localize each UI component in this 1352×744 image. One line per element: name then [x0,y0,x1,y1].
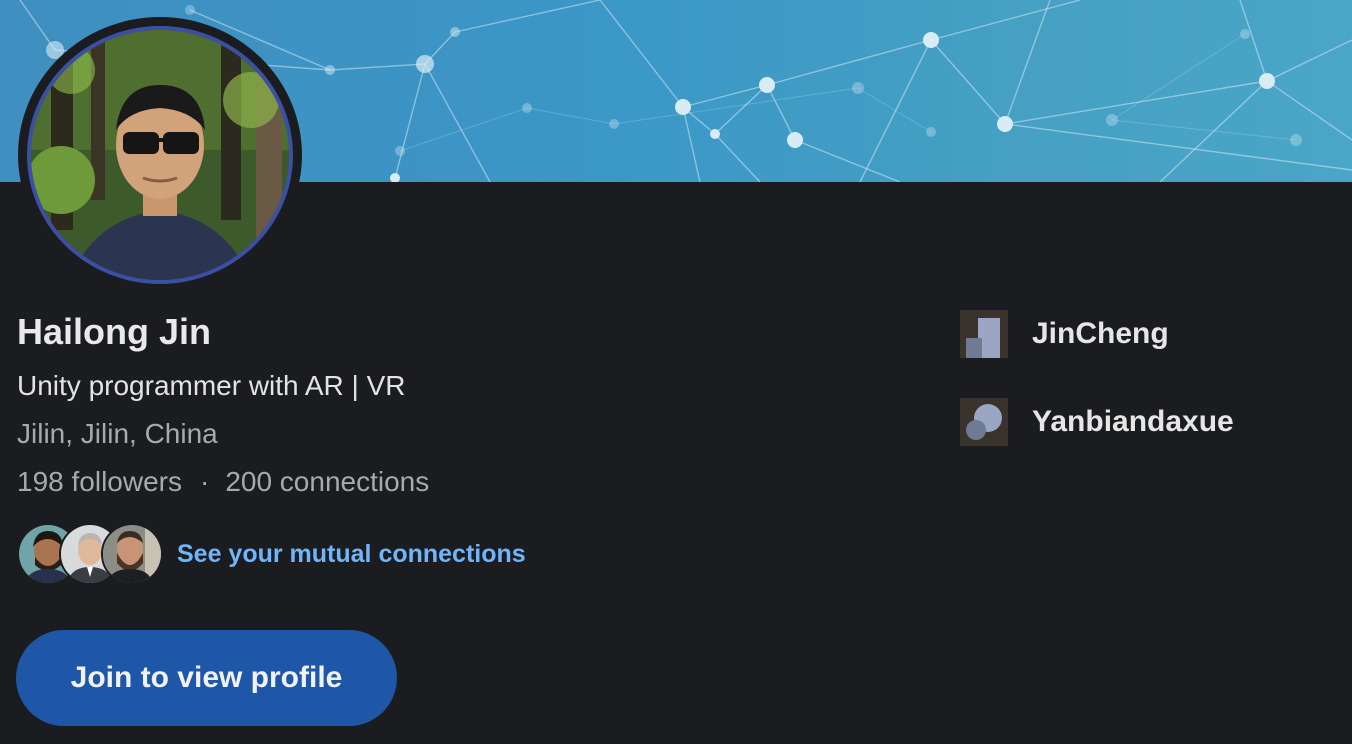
stats-separator: · [199,466,210,497]
join-to-view-profile-button[interactable]: Join to view profile [16,630,397,726]
company-logo-icon [960,310,1008,358]
education-name: Yanbiandaxue [1032,405,1234,438]
connections-count: 200 connections [225,466,430,497]
followers-count: 198 followers [17,466,182,497]
profile-headline: Unity programmer with AR | VR [17,370,406,401]
mutual-avatars [17,523,163,585]
experience-item-jincheng[interactable]: JinCheng [960,310,1169,358]
school-logo-icon [960,398,1008,446]
see-mutual-connections-link[interactable]: See your mutual connections [177,540,526,569]
profile-stats: 198 followers · 200 connections [17,466,429,498]
profile-name: Hailong Jin [17,311,212,352]
education-item-yanbiandaxue[interactable]: Yanbiandaxue [960,398,1234,446]
avatar-photo [27,26,293,284]
profile-avatar [18,17,302,293]
profile-location: Jilin, Jilin, China [17,418,218,449]
avatar [101,523,163,585]
mutual-connections-row[interactable]: See your mutual connections [17,523,526,585]
experience-name: JinCheng [1032,317,1169,350]
